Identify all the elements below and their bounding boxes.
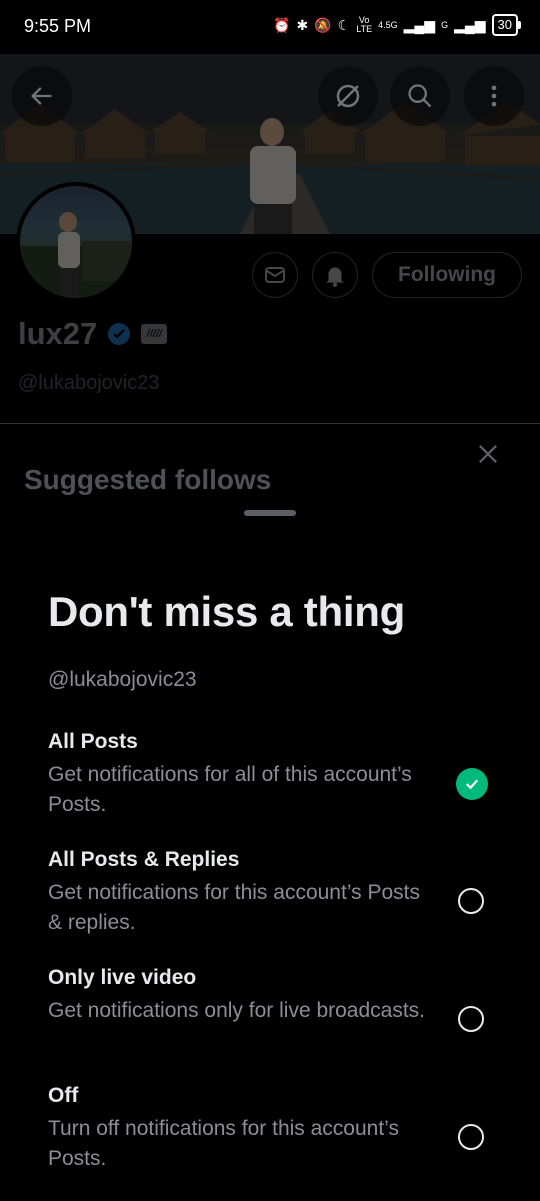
verified-badge-icon[interactable] [107, 322, 131, 346]
status-time: 9:55 PM [24, 16, 92, 36]
back-button[interactable] [12, 66, 72, 126]
option-description: Get notifications for all of this accoun… [48, 763, 412, 816]
avatar[interactable] [16, 182, 136, 302]
network-type: Vo LTE [356, 15, 373, 34]
option-description: Turn off notifications for this account’… [48, 1117, 399, 1170]
option-description: Get notifications only for live broadcas… [48, 999, 426, 1022]
following-button[interactable]: Following [372, 252, 522, 298]
signal-icon: ▂▄▆ [403, 16, 436, 33]
message-icon [265, 267, 285, 283]
option-title: Only live video [48, 966, 197, 989]
grok-icon [336, 84, 360, 108]
option-title: All Posts & Replies [48, 848, 240, 871]
option-title: All Posts [48, 730, 138, 753]
option-description: Get notifications for this account’s Pos… [48, 881, 420, 934]
option-only-live-video[interactable]: Only live video Get notifications only f… [48, 966, 520, 1076]
grok-button[interactable] [318, 66, 378, 126]
search-button[interactable] [390, 66, 450, 126]
message-button[interactable] [252, 252, 298, 298]
moon-icon: ☾ [337, 16, 351, 33]
display-name: lux27 [18, 316, 98, 351]
option-title: Off [48, 1084, 79, 1107]
display-name-row: lux27 ///// [18, 316, 168, 352]
sheet-grabber[interactable] [244, 510, 296, 516]
option-all-posts[interactable]: All Posts Get notifications for all of t… [48, 730, 520, 840]
option-off[interactable]: Off Turn off notifications for this acco… [48, 1084, 520, 1194]
radio-unselected[interactable] [458, 1124, 484, 1150]
status-icons: ⏰ ✱ 🔕 ☾ Vo LTE 4.5G ▂▄▆ G ▂▄▆ 30 [273, 14, 522, 36]
battery-indicator: 30 [491, 14, 522, 36]
more-button[interactable] [464, 66, 524, 126]
notifications-button[interactable] [312, 252, 358, 298]
sheet-title: Don't miss a thing [48, 588, 405, 635]
avatar-image [20, 212, 132, 298]
signal-label-2: G [441, 19, 449, 30]
signal-icon-2: ▂▄▆ [454, 16, 486, 33]
radio-unselected[interactable] [458, 1006, 484, 1032]
mute-icon: 🔕 [314, 16, 332, 33]
radio-selected[interactable] [456, 768, 488, 800]
notification-sheet: Suggested follows Don't miss a thing @lu… [0, 423, 540, 1201]
radio-unselected[interactable] [458, 888, 484, 914]
affiliation-badge-icon[interactable]: ///// [141, 324, 168, 344]
suggested-follows-header: Suggested follows [24, 464, 272, 495]
bluetooth-icon: ✱ [296, 16, 309, 33]
more-vertical-icon [491, 85, 497, 107]
signal-label: 4.5G [378, 19, 398, 30]
alarm-icon: ⏰ [273, 16, 291, 33]
option-all-posts-replies[interactable]: All Posts & Replies Get notifications fo… [48, 848, 520, 958]
close-icon[interactable] [474, 440, 502, 468]
sheet-handle: @lukabojovic23 [48, 668, 197, 691]
profile-header: Following lux27 ///// @lukabojovic23 [0, 54, 540, 424]
bell-icon [326, 267, 344, 287]
profile-handle: @lukabojovic23 [18, 372, 160, 394]
status-bar: 9:55 PM ⏰ ✱ 🔕 ☾ Vo LTE 4.5G ▂▄▆ G ▂▄▆ 30 [0, 0, 540, 54]
back-arrow-icon [31, 87, 52, 105]
check-icon [465, 779, 479, 790]
search-icon [408, 84, 432, 108]
